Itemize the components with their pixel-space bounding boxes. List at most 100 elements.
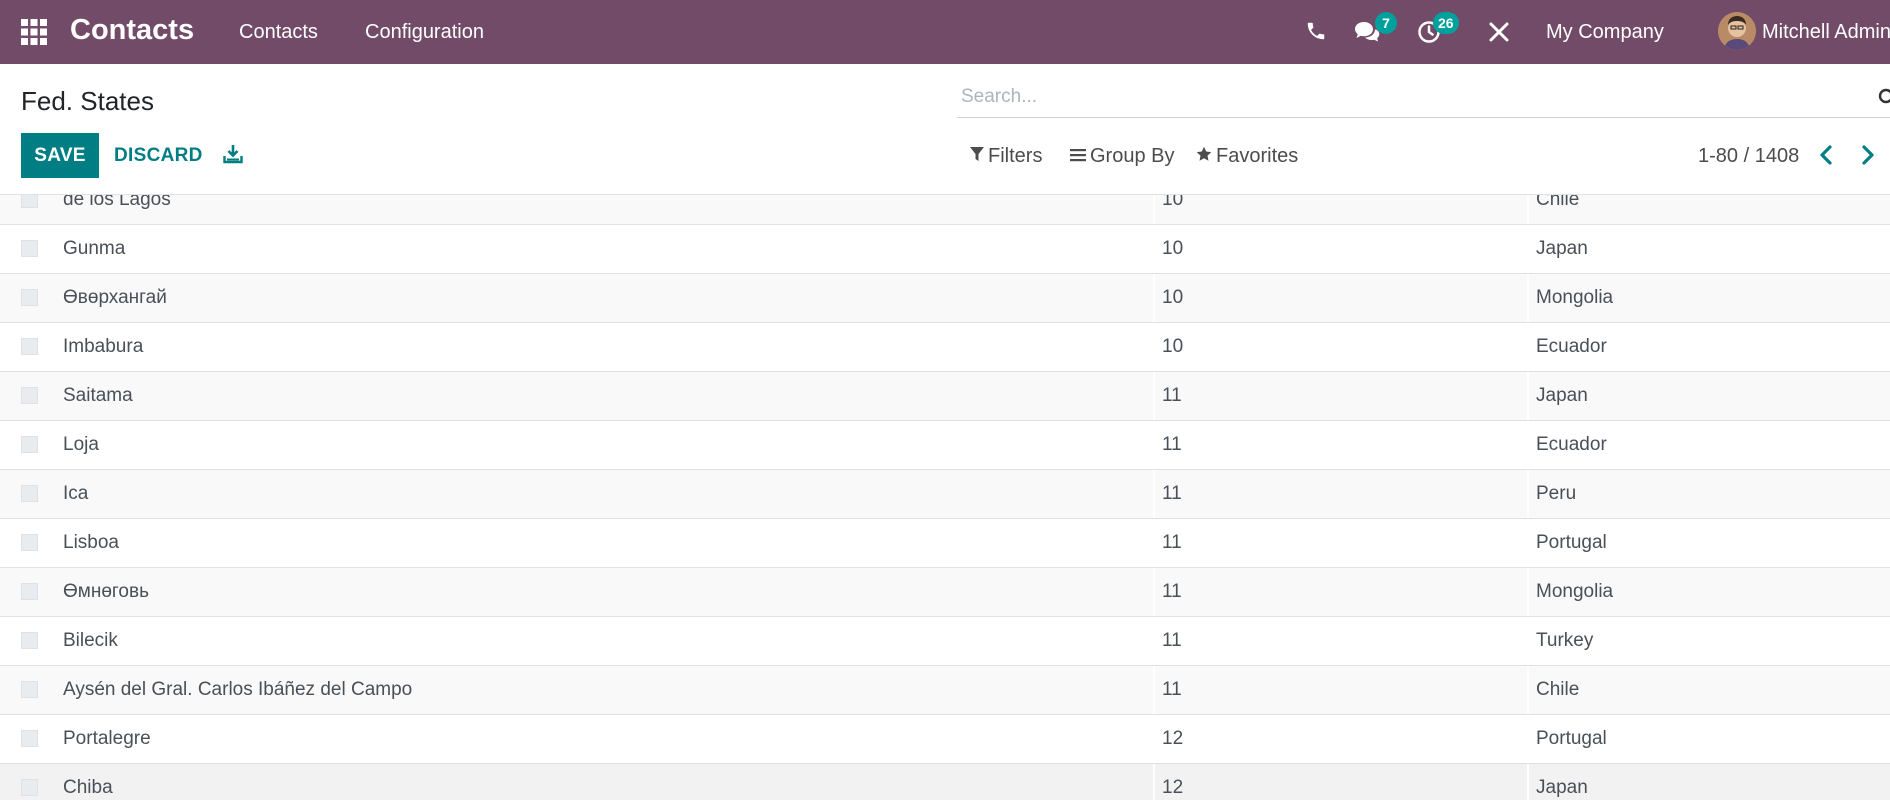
table-row[interactable]: Gunma 10 Japan [0, 224, 1890, 273]
filters-label: Filters [988, 145, 1043, 167]
menu-configuration[interactable]: Configuration [365, 20, 484, 44]
column-separator [1153, 715, 1155, 763]
user-name[interactable]: Mitchell Admin [1762, 20, 1890, 44]
country-cell[interactable]: Turkey [1536, 630, 1593, 652]
state-code-cell[interactable]: 11 [1162, 434, 1182, 456]
company-switcher[interactable]: My Company [1546, 20, 1664, 44]
state-code-cell[interactable]: 11 [1162, 483, 1182, 505]
state-code-cell[interactable]: 11 [1162, 630, 1182, 652]
country-cell[interactable]: Mongolia [1536, 581, 1613, 603]
row-checkbox[interactable] [21, 485, 38, 502]
state-code-cell[interactable]: 11 [1162, 532, 1182, 554]
state-name-cell[interactable]: Loja [63, 434, 99, 456]
table-row[interactable]: Chiba 12 Japan [0, 763, 1890, 800]
state-name-cell[interactable]: Imbabura [63, 336, 143, 358]
row-checkbox[interactable] [21, 436, 38, 453]
state-name-cell[interactable]: Bilecik [63, 630, 118, 652]
favorites-button[interactable]: Favorites [1196, 144, 1298, 168]
table-row[interactable]: de los Lagos 10 Chile [0, 195, 1890, 224]
state-name-cell[interactable]: Portalegre [63, 728, 151, 750]
row-checkbox[interactable] [21, 681, 38, 698]
user-avatar[interactable] [1718, 12, 1756, 50]
state-name-cell[interactable]: Өвөрхангай [63, 287, 167, 309]
table-row[interactable]: Ica 11 Peru [0, 469, 1890, 518]
state-code-cell[interactable]: 10 [1162, 287, 1183, 309]
column-separator [1527, 764, 1529, 800]
table-row[interactable]: Lisboa 11 Portugal [0, 518, 1890, 567]
state-code-cell[interactable]: 10 [1162, 195, 1183, 211]
state-code-cell[interactable]: 11 [1162, 581, 1182, 603]
download-icon[interactable] [223, 144, 243, 169]
state-name-cell[interactable]: Aysén del Gral. Carlos Ibáñez del Campo [63, 679, 412, 701]
state-code-cell[interactable]: 10 [1162, 238, 1183, 260]
table-row[interactable]: Aysén del Gral. Carlos Ibáñez del Campo … [0, 665, 1890, 714]
table-row[interactable]: Portalegre 12 Portugal [0, 714, 1890, 763]
row-checkbox[interactable] [21, 289, 38, 306]
country-cell[interactable]: Ecuador [1536, 434, 1607, 456]
row-checkbox[interactable] [21, 779, 38, 796]
pager-next-icon[interactable] [1860, 144, 1876, 171]
state-name-cell[interactable]: Saitama [63, 385, 133, 407]
groupby-button[interactable]: Group By [1070, 144, 1174, 168]
save-button[interactable]: SAVE [21, 133, 99, 178]
state-name-cell[interactable]: Chiba [63, 777, 113, 799]
country-cell[interactable]: Japan [1536, 777, 1588, 799]
row-checkbox[interactable] [21, 632, 38, 649]
row-checkbox[interactable] [21, 240, 38, 257]
column-separator [1527, 568, 1529, 616]
column-separator [1153, 568, 1155, 616]
row-checkbox[interactable] [21, 387, 38, 404]
state-name-cell[interactable]: Ica [63, 483, 88, 505]
state-name-cell[interactable]: Gunma [63, 238, 125, 260]
country-cell[interactable]: Portugal [1536, 728, 1607, 750]
phone-icon[interactable] [1305, 20, 1327, 42]
control-panel: Fed. States SAVE DISCARD Filters Group B… [0, 64, 1890, 195]
filter-icon [970, 144, 984, 168]
country-cell[interactable]: Peru [1536, 483, 1576, 505]
country-cell[interactable]: Japan [1536, 385, 1588, 407]
app-menu-grid-icon[interactable] [20, 18, 48, 46]
state-name-cell[interactable]: Lisboa [63, 532, 119, 554]
table-row[interactable]: Saitama 11 Japan [0, 371, 1890, 420]
column-separator [1153, 617, 1155, 665]
state-code-cell[interactable]: 11 [1162, 679, 1182, 701]
column-separator [1153, 274, 1155, 322]
table-row[interactable]: Bilecik 11 Turkey [0, 616, 1890, 665]
state-name-cell[interactable]: de los Lagos [63, 195, 171, 211]
state-code-cell[interactable]: 10 [1162, 336, 1183, 358]
column-separator [1527, 470, 1529, 518]
discard-button[interactable]: DISCARD [114, 133, 203, 178]
search-icon[interactable] [1878, 88, 1890, 113]
pager-previous-icon[interactable] [1818, 144, 1834, 171]
pager-value[interactable]: 1-80 / 1408 [1698, 144, 1799, 168]
menu-contacts[interactable]: Contacts [239, 20, 318, 44]
state-code-cell[interactable]: 12 [1162, 777, 1183, 799]
state-name-cell[interactable]: Өмнөговь [63, 581, 149, 603]
groupby-label: Group By [1090, 145, 1175, 167]
row-checkbox[interactable] [21, 195, 38, 208]
row-checkbox[interactable] [21, 338, 38, 355]
filters-button[interactable]: Filters [970, 144, 1042, 168]
table-row[interactable]: Imbabura 10 Ecuador [0, 322, 1890, 371]
country-cell[interactable]: Ecuador [1536, 336, 1607, 358]
app-name[interactable]: Contacts [70, 12, 194, 48]
column-separator [1527, 225, 1529, 273]
tools-icon[interactable] [1487, 20, 1511, 44]
column-separator [1153, 195, 1155, 224]
state-code-cell[interactable]: 12 [1162, 728, 1183, 750]
star-icon [1196, 144, 1212, 168]
country-cell[interactable]: Chile [1536, 679, 1579, 701]
country-cell[interactable]: Mongolia [1536, 287, 1613, 309]
row-checkbox[interactable] [21, 534, 38, 551]
row-checkbox[interactable] [21, 730, 38, 747]
table-row[interactable]: Loja 11 Ecuador [0, 420, 1890, 469]
search-input[interactable] [957, 80, 1845, 114]
row-checkbox[interactable] [21, 583, 38, 600]
country-cell[interactable]: Chile [1536, 195, 1579, 211]
table-row[interactable]: Өвөрхангай 10 Mongolia [0, 273, 1890, 322]
country-cell[interactable]: Portugal [1536, 532, 1607, 554]
table-row[interactable]: Өмнөговь 11 Mongolia [0, 567, 1890, 616]
country-cell[interactable]: Japan [1536, 238, 1588, 260]
state-code-cell[interactable]: 11 [1162, 385, 1182, 407]
favorites-label: Favorites [1216, 145, 1299, 167]
